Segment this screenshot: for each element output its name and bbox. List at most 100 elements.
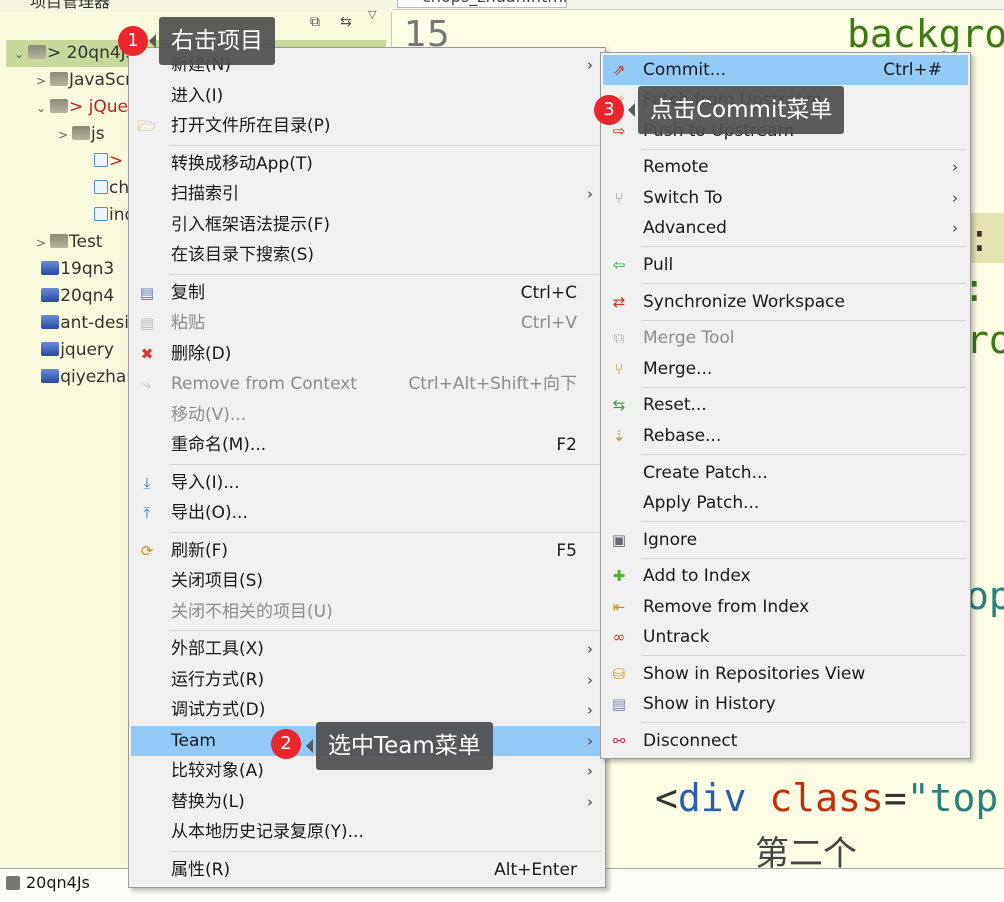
- menu-item-v[interactable]: 移动(V)...: [131, 400, 603, 431]
- code-token: =: [883, 776, 907, 820]
- code-line-div[interactable]: <div class="top: [655, 776, 998, 820]
- menu-item-label: 导入(I)...: [171, 472, 240, 493]
- menu-item-untrack[interactable]: ∞ Untrack: [603, 622, 968, 652]
- menu-item-rebase[interactable]: ⇣ Rebase...: [603, 421, 968, 451]
- code-text[interactable]: backgro: [847, 12, 1004, 56]
- menu-item-x[interactable]: 外部工具(X) ›: [131, 634, 603, 665]
- menu-item-s[interactable]: 关闭项目(S): [131, 566, 603, 597]
- menu-item-remove-from-context[interactable]: ⤷ Remove from Context Ctrl+Alt+Shift+向下: [131, 369, 603, 400]
- expand-toggle-icon[interactable]: >: [36, 230, 50, 257]
- expand-toggle-icon[interactable]: >: [36, 68, 50, 95]
- menu-item-label: 关闭项目(S): [171, 571, 264, 591]
- menu-item-label: Merge Tool: [643, 328, 735, 349]
- remove-context-icon: ⤷: [142, 375, 152, 393]
- rebase-icon: ⇣: [612, 426, 626, 445]
- copy-icon: ▤: [139, 283, 155, 302]
- menu-item-r[interactable]: 属性(R) Alt+Enter: [131, 855, 603, 886]
- menu-item-label: 从本地历史记录复原(Y)...: [171, 822, 364, 842]
- menu-item-switch-to[interactable]: ⑂ Switch To ›: [603, 183, 968, 213]
- menu-item-disconnect[interactable]: ⚯ Disconnect: [603, 726, 968, 756]
- menu-item-label: 外部工具(X): [171, 639, 264, 659]
- step-badge-1: 1: [118, 26, 148, 56]
- menu-item-label: Disconnect: [643, 730, 738, 751]
- menu-item-l[interactable]: 替换为(L) ›: [131, 787, 603, 818]
- switch-branch-icon: ⑂: [614, 188, 624, 207]
- menu-item-label: Advanced: [643, 217, 727, 238]
- menu-item-label: 移动(V)...: [171, 404, 247, 425]
- menu-item-shortcut: F2: [556, 435, 577, 455]
- code-text[interactable]: ro: [966, 318, 1004, 362]
- menu-item-item[interactable]: ▤ 粘贴 Ctrl+V: [131, 308, 603, 339]
- menu-item-label: 引入框架语法提示(F): [171, 214, 331, 235]
- menu-item-label: Rebase...: [643, 425, 722, 446]
- menu-item-remote[interactable]: Remote ›: [603, 152, 968, 182]
- menu-item-f[interactable]: 引入框架语法提示(F): [131, 210, 603, 241]
- submenu-arrow-icon: ›: [587, 670, 593, 689]
- menu-item-ignore[interactable]: ▣ Ignore: [603, 525, 968, 555]
- repositories-icon: ⛁: [612, 664, 626, 683]
- menu-item-item[interactable]: ▤ 复制 Ctrl+C: [131, 278, 603, 309]
- delete-icon: ✖: [140, 344, 154, 363]
- menu-item-add-to-index[interactable]: ✚ Add to Index: [603, 561, 968, 591]
- link-editor-icon[interactable]: ⇆: [340, 14, 352, 30]
- expand-toggle-icon[interactable]: ⌄: [36, 95, 50, 122]
- menu-item-merge[interactable]: ⑂ Merge...: [603, 354, 968, 384]
- menu-item-pull[interactable]: ⇦ Pull: [603, 250, 968, 280]
- menu-item-y[interactable]: 从本地历史记录复原(Y)...: [131, 817, 603, 848]
- menu-item-label: Add to Index: [643, 566, 751, 587]
- tree-item-label: 20qn4: [60, 286, 115, 306]
- menu-item-label: Untrack: [643, 627, 710, 648]
- menu-item-show-in-repositories-view[interactable]: ⛁ Show in Repositories View: [603, 659, 968, 689]
- menu-item-label: 转换成移动App(T): [171, 153, 313, 174]
- annotation-callout-3: 点击Commit菜单: [627, 86, 845, 134]
- submenu-arrow-icon: ›: [587, 185, 593, 203]
- menu-item-apply-patch[interactable]: Apply Patch...: [603, 488, 968, 518]
- menu-item-shortcut: Ctrl+Alt+Shift+向下: [408, 374, 577, 394]
- menu-item-o[interactable]: ⤒ 导出(O)...: [131, 498, 603, 529]
- web-project-icon: [28, 45, 46, 59]
- menu-item-i[interactable]: 进入(I): [131, 81, 603, 112]
- expand-toggle-icon[interactable]: ⌄: [14, 41, 28, 68]
- menu-item-d[interactable]: ✖ 删除(D): [131, 339, 603, 370]
- view-menu-icon[interactable]: ▽: [368, 8, 376, 21]
- menu-item-synchronize-workspace[interactable]: ⇄ Synchronize Workspace: [603, 287, 968, 317]
- menu-item-remove-from-index[interactable]: ⇤ Remove from Index: [603, 592, 968, 622]
- menu-item-u[interactable]: 关闭不相关的项目(U): [131, 597, 603, 628]
- menu-item-advanced[interactable]: Advanced ›: [603, 213, 968, 243]
- collapse-all-icon[interactable]: ⧉: [310, 14, 320, 30]
- project-icon: [41, 369, 60, 383]
- menu-item-s[interactable]: 在该目录下搜索(S): [131, 240, 603, 271]
- menu-item-label: 重命名(M)...: [171, 435, 267, 455]
- import-icon: ⤓: [143, 473, 151, 492]
- menu-item-p[interactable]: 🗁 打开文件所在目录(P): [131, 111, 603, 142]
- menu-item-reset[interactable]: ⇆ Reset...: [603, 390, 968, 420]
- menu-separator: [131, 461, 603, 468]
- menu-item-m[interactable]: 重命名(M)... F2: [131, 430, 603, 461]
- code-text[interactable]: op: [966, 574, 1004, 618]
- menu-item-item[interactable]: 扫描索引 ›: [131, 179, 603, 210]
- code-text[interactable]: :: [968, 216, 991, 260]
- menu-item-app-t[interactable]: 转换成移动App(T): [131, 149, 603, 180]
- step-badge-3: 3: [594, 95, 624, 125]
- menu-item-label: Remote: [643, 157, 709, 178]
- html-file-icon: [94, 180, 108, 194]
- menu-item-create-patch[interactable]: Create Patch...: [603, 458, 968, 488]
- expand-toggle-icon[interactable]: >: [58, 122, 72, 149]
- menu-item-show-in-history[interactable]: ▤ Show in History: [603, 689, 968, 719]
- html-file-icon: [94, 153, 108, 167]
- editor-tab[interactable]: chops_zhuan.html: [397, 0, 567, 8]
- export-icon: ⤒: [143, 504, 151, 522]
- menu-item-commit[interactable]: ⇗ Commit... Ctrl+#: [603, 55, 968, 86]
- explorer-title[interactable]: 项目管理器: [30, 0, 110, 12]
- menu-item-merge-tool[interactable]: ⧉ Merge Tool: [603, 323, 968, 353]
- menu-separator: [131, 271, 603, 278]
- menu-separator: [131, 627, 603, 634]
- menu-item-d[interactable]: 调试方式(D) ›: [131, 695, 603, 726]
- annotation-callout-1: 右击项目: [149, 17, 275, 65]
- menu-item-i[interactable]: ⤓ 导入(I)...: [131, 468, 603, 499]
- commit-icon: ⇗: [612, 61, 626, 79]
- menu-item-f[interactable]: ⟳ 刷新(F) F5: [131, 536, 603, 567]
- menu-item-r[interactable]: 运行方式(R) ›: [131, 665, 603, 696]
- menu-item-label: 扫描索引: [171, 184, 239, 204]
- tree-item-label: Test: [69, 232, 103, 252]
